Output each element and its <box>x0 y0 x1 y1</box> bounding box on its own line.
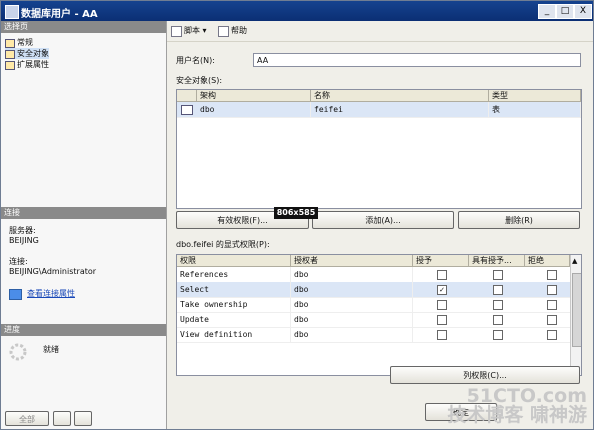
column-permission-header[interactable]: 权限 <box>177 255 291 267</box>
remove-button[interactable]: 删除(R) <box>458 211 580 229</box>
progress-spinner-icon <box>9 343 27 361</box>
deny-checkbox[interactable] <box>547 315 557 325</box>
deny-checkbox[interactable] <box>547 285 557 295</box>
taskbar-button[interactable]: 全部 <box>5 411 49 426</box>
scroll-thumb[interactable] <box>572 273 581 347</box>
minimize-button[interactable]: _ <box>538 4 556 19</box>
column-name-header[interactable]: 名称 <box>311 90 489 102</box>
username-field[interactable]: AA <box>253 53 581 67</box>
script-button[interactable]: 脚本 ▾ <box>171 25 207 37</box>
connection-properties-icon <box>9 289 22 300</box>
permission-row[interactable]: References dbo <box>177 267 570 283</box>
connection-header: 连接 <box>1 207 166 219</box>
username-label: 用户名(N): <box>176 56 215 65</box>
grant-checkbox[interactable] <box>437 270 447 280</box>
help-button[interactable]: 帮助 <box>218 25 247 37</box>
toolbar: 脚本 ▾ 帮助 <box>167 21 593 42</box>
with-grant-checkbox[interactable] <box>493 285 503 295</box>
securables-grid[interactable]: 架构 名称 类型 dbo feifei 表 <box>176 89 582 209</box>
column-with-grant-header[interactable]: 具有授予... <box>469 255 525 267</box>
with-grant-checkbox[interactable] <box>493 330 503 340</box>
deny-checkbox[interactable] <box>547 270 557 280</box>
help-icon <box>218 26 229 37</box>
size-badge: 806x585 <box>274 207 318 219</box>
permissions-scrollbar[interactable]: ▲ ▼ <box>570 255 581 375</box>
taskbar-small-button[interactable] <box>74 411 92 426</box>
server-label: 服务器: <box>9 226 36 235</box>
column-type-header[interactable]: 类型 <box>489 90 581 102</box>
page-icon <box>5 61 15 70</box>
script-icon <box>171 26 182 37</box>
database-user-icon <box>5 5 19 19</box>
permission-grantor: dbo <box>291 297 413 312</box>
server-value: BEIJING <box>9 236 39 245</box>
watermark: 51CTO.com 技术博客 啸神游 <box>447 387 587 425</box>
column-grant-header[interactable]: 授予 <box>413 255 469 267</box>
permission-name: References <box>177 267 291 282</box>
permission-row[interactable]: Take ownership dbo <box>177 297 570 313</box>
securable-type: 表 <box>489 102 581 117</box>
explicit-permissions-label: dbo.feifei 的显式权限(P): <box>176 240 270 249</box>
permission-name: Update <box>177 312 291 327</box>
grid-header-icon <box>177 90 197 102</box>
page-general[interactable]: 常规 <box>5 37 33 48</box>
main-pane: 脚本 ▾ 帮助 用户名(N): AA 安全对象(S): 架构 名称 类型 dbo… <box>167 21 593 429</box>
securable-name: feifei <box>311 102 489 117</box>
title-bar[interactable]: 数据库用户 - AA _ □ X <box>1 1 593 21</box>
permission-row[interactable]: Select dbo ✓ <box>177 282 570 298</box>
deny-checkbox[interactable] <box>547 330 557 340</box>
with-grant-checkbox[interactable] <box>493 315 503 325</box>
column-grantor-header[interactable]: 授权者 <box>291 255 413 267</box>
window-title: 数据库用户 - AA <box>21 9 98 20</box>
connection-value: BEIJING\Administrator <box>9 267 97 276</box>
grant-checkbox[interactable] <box>437 330 447 340</box>
permission-row[interactable]: View definition dbo <box>177 327 570 343</box>
deny-checkbox[interactable] <box>547 300 557 310</box>
scroll-up-icon[interactable]: ▲ <box>572 257 577 265</box>
permissions-grid[interactable]: 权限 授权者 授予 具有授予... 拒绝 References dbo Sele… <box>176 254 582 376</box>
left-pane: 选择页 常规 安全对象 扩展属性 连接 服务器: BEIJING 连接: BEI… <box>1 21 167 429</box>
help-label: 帮助 <box>231 26 247 35</box>
permission-name: View definition <box>177 327 291 342</box>
grant-checkbox[interactable] <box>437 315 447 325</box>
select-page-header: 选择页 <box>1 21 166 33</box>
table-icon <box>181 105 193 115</box>
page-general-label: 常规 <box>17 38 33 47</box>
page-securables-label: 安全对象 <box>17 49 49 58</box>
script-label: 脚本 <box>184 26 200 35</box>
maximize-button[interactable]: □ <box>556 4 574 19</box>
with-grant-checkbox[interactable] <box>493 300 503 310</box>
view-connection-properties-link[interactable]: 查看连接属性 <box>27 289 75 299</box>
permission-grantor: dbo <box>291 312 413 327</box>
grant-checkbox[interactable] <box>437 300 447 310</box>
securable-row[interactable]: dbo feifei 表 <box>177 102 581 118</box>
column-schema-header[interactable]: 架构 <box>197 90 311 102</box>
connection-label: 连接: <box>9 257 28 266</box>
permission-grantor: dbo <box>291 267 413 282</box>
permission-grantor: dbo <box>291 327 413 342</box>
page-icon <box>5 50 15 59</box>
dialog-window: 数据库用户 - AA _ □ X 选择页 常规 安全对象 扩展属性 连接 服务器… <box>0 0 594 430</box>
permission-row[interactable]: Update dbo <box>177 312 570 328</box>
permission-name: Take ownership <box>177 297 291 312</box>
page-extended-properties-label: 扩展属性 <box>17 60 49 69</box>
securable-schema: dbo <box>197 102 311 117</box>
column-permissions-button[interactable]: 列权限(C)... <box>390 366 580 384</box>
column-deny-header[interactable]: 拒绝 <box>525 255 570 267</box>
page-icon <box>5 39 15 48</box>
add-button[interactable]: 添加(A)... <box>312 211 454 229</box>
grant-checkbox[interactable]: ✓ <box>437 285 447 295</box>
close-button[interactable]: X <box>574 4 592 19</box>
watermark-line-2: 技术博客 啸神游 <box>447 404 587 426</box>
page-securables[interactable]: 安全对象 <box>5 48 49 59</box>
permission-name: Select <box>177 282 291 297</box>
permission-grantor: dbo <box>291 282 413 297</box>
securables-label: 安全对象(S): <box>176 76 223 85</box>
taskbar-small-button[interactable] <box>53 411 71 426</box>
with-grant-checkbox[interactable] <box>493 270 503 280</box>
progress-status: 就绪 <box>43 345 59 354</box>
progress-header: 进度 <box>1 324 166 336</box>
page-extended-properties[interactable]: 扩展属性 <box>5 59 49 70</box>
